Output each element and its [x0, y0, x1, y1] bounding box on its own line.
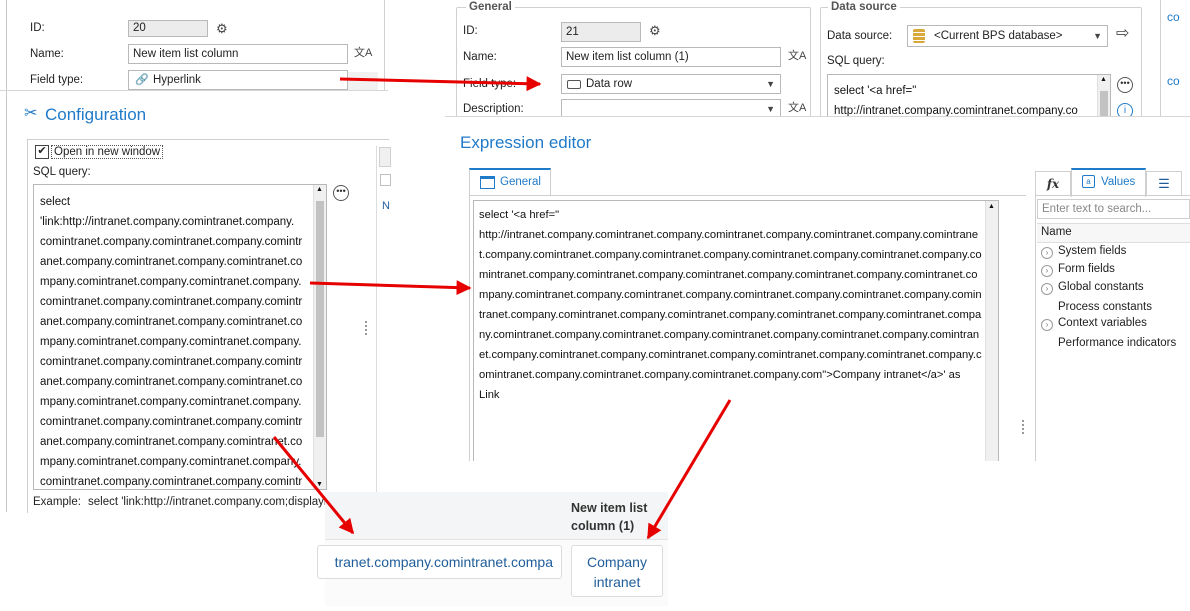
annotation-arrows: [272, 76, 732, 540]
arrow-sql-to-result: [272, 436, 355, 535]
arrow-sql-to-expression: [309, 280, 472, 296]
arrow-field-type: [339, 76, 542, 92]
arrow-expression-to-result: [646, 399, 732, 540]
